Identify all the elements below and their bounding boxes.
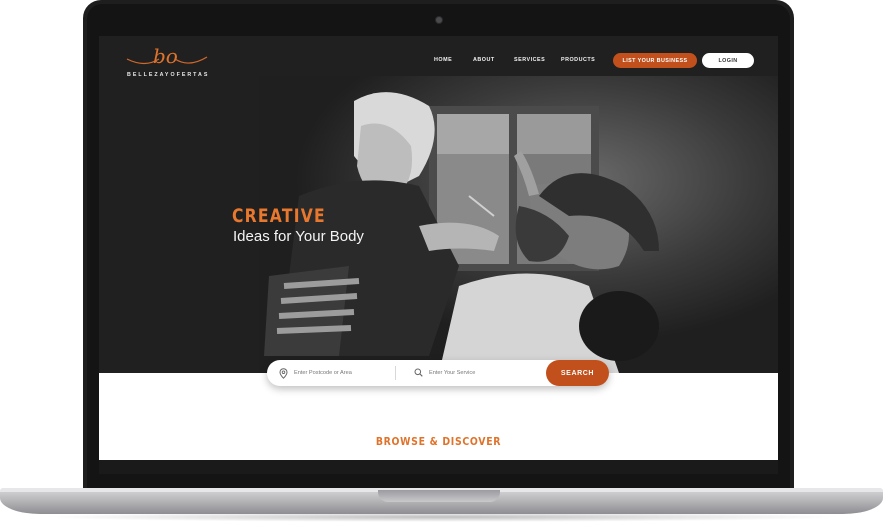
logo-script-mark: bo (126, 44, 208, 68)
logo-wordmark: BELLEZAYOFERTAS (127, 72, 210, 78)
location-input[interactable] (294, 367, 384, 379)
content-section: BROWSE & DISCOVER (99, 373, 778, 460)
camera-icon (436, 17, 442, 23)
list-your-business-label: LIST YOUR BUSINESS (622, 57, 688, 64)
laptop-screen: bo BELLEZAYOFERTAS HOME ABOUT SERVICES P… (99, 36, 778, 460)
hero-subtitle: Ideas for Your Body (233, 228, 364, 245)
laptop-chin (99, 460, 778, 474)
search-button-label: SEARCH (560, 369, 595, 377)
nav-home[interactable]: HOME (434, 57, 452, 63)
list-your-business-button[interactable]: LIST YOUR BUSINESS (613, 53, 697, 68)
location-pin-icon (279, 368, 288, 379)
laptop-notch (378, 490, 500, 502)
login-button[interactable]: LOGIN (702, 53, 754, 68)
browse-discover-heading: BROWSE & DISCOVER (375, 435, 502, 448)
hero-title: CREATIVE (232, 205, 326, 227)
login-label: LOGIN (718, 57, 738, 64)
search-bar: SEARCH (267, 360, 609, 386)
search-button[interactable]: SEARCH (546, 360, 609, 386)
nav-services[interactable]: SERVICES (514, 57, 545, 63)
nav-products[interactable]: PRODUCTS (561, 57, 595, 63)
search-divider (395, 366, 396, 380)
nav-about[interactable]: ABOUT (473, 57, 495, 63)
logo-script-text: bo (153, 44, 178, 68)
hero-section: bo BELLEZAYOFERTAS HOME ABOUT SERVICES P… (99, 36, 778, 373)
brand-logo[interactable]: bo BELLEZAYOFERTAS (125, 44, 209, 80)
search-icon (414, 368, 423, 377)
hero-photo (99, 36, 778, 373)
service-input[interactable] (429, 367, 539, 379)
